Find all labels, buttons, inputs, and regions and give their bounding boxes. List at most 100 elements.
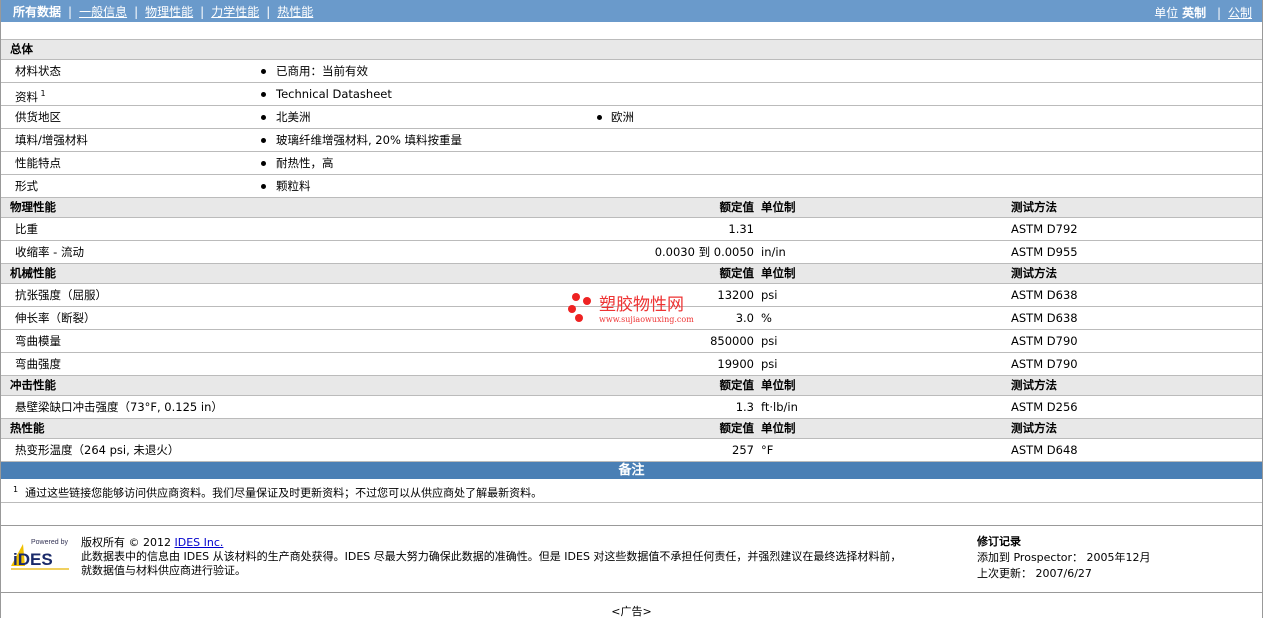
property-row: 比重 1.31 ASTM D792 bbox=[1, 218, 1262, 241]
property-value: 19900 bbox=[717, 357, 754, 371]
col-nominal: 额定值 bbox=[719, 421, 755, 435]
property-unit: °F bbox=[761, 443, 774, 457]
property-value: 850000 bbox=[710, 334, 754, 348]
nav-separator: | bbox=[200, 4, 205, 19]
bullet-icon bbox=[261, 175, 266, 197]
row-value: 玻璃纤维增强材料, 20% 填料按重量 bbox=[276, 133, 463, 147]
general-row: 形式 颗粒料 bbox=[1, 175, 1262, 198]
property-value: 1.3 bbox=[735, 400, 754, 414]
test-method: ASTM D638 bbox=[1011, 311, 1078, 325]
row-value: 颗粒料 bbox=[276, 179, 311, 193]
section-header-general: 总体 bbox=[1, 40, 1262, 60]
property-name: 伸长率（断裂） bbox=[15, 311, 96, 325]
section-header: 机械性能 额定值 单位制 测试方法 bbox=[1, 264, 1262, 284]
datasheet-link[interactable]: Technical Datasheet bbox=[276, 83, 392, 105]
test-method: ASTM D256 bbox=[1011, 400, 1078, 414]
nav-2[interactable]: 物理性能 bbox=[145, 5, 193, 19]
row-label: 性能特点 bbox=[15, 156, 61, 170]
col-method: 测试方法 bbox=[1011, 200, 1057, 214]
disclaimer: 此数据表中的信息由 IDES 从该材料的生产商处获得。IDES 尽最大努力确保此… bbox=[81, 550, 902, 563]
nav-separator: | bbox=[68, 4, 73, 19]
test-method: ASTM D792 bbox=[1011, 222, 1078, 236]
col-nominal: 额定值 bbox=[719, 266, 755, 280]
unit-switcher: 单位 英制 | 公制 bbox=[1154, 6, 1252, 20]
row-label: 供货地区 bbox=[15, 110, 61, 124]
property-value: 0.0030 到 0.0050 bbox=[654, 245, 754, 259]
section-title: 总体 bbox=[10, 42, 33, 56]
test-method: ASTM D638 bbox=[1011, 288, 1078, 302]
bullet-icon bbox=[261, 106, 266, 128]
footer: Powered by iDES 版权所有 © 2012 IDES Inc. 此数据… bbox=[1, 526, 1262, 593]
section-title: 冲击性能 bbox=[10, 378, 56, 392]
unit-metric-link[interactable]: 公制 bbox=[1228, 6, 1252, 20]
property-unit: psi bbox=[761, 334, 778, 348]
property-row: 热变形温度（264 psi, 未退火） 257 °F ASTM D648 bbox=[1, 439, 1262, 462]
property-value: 1.31 bbox=[728, 222, 754, 236]
col-unit: 单位制 bbox=[761, 378, 796, 392]
col-method: 测试方法 bbox=[1011, 378, 1057, 392]
row-value: 欧洲 bbox=[611, 110, 634, 124]
property-unit: psi bbox=[761, 357, 778, 371]
svg-text:Powered by: Powered by bbox=[31, 539, 68, 546]
footnote-text: 通过这些链接您能够访问供应商资料。我们尽量保证及时更新资料；不过您可以从供应商处… bbox=[25, 486, 543, 500]
nav-0[interactable]: 所有数据 bbox=[13, 5, 61, 19]
top-nav: 所有数据 | 一般信息 | 物理性能 | 力学性能 | 热性能 单位 英制 | 公制 bbox=[1, 0, 1262, 22]
property-name: 弯曲模量 bbox=[15, 334, 61, 348]
row-label: 材料状态 bbox=[15, 64, 61, 78]
datasheet-table: 总体材料状态 已商用：当前有效资料 1 Technical Datasheet 供货地… bbox=[1, 40, 1262, 462]
property-name: 比重 bbox=[15, 222, 38, 236]
property-name: 收缩率 - 流动 bbox=[15, 245, 84, 259]
row-label: 填料/增强材料 bbox=[15, 133, 88, 147]
general-row: 资料 1 Technical Datasheet bbox=[1, 83, 1262, 106]
ad-placeholder: <广告> bbox=[611, 605, 652, 618]
svg-text:iDES: iDES bbox=[13, 550, 53, 569]
nav-separator: | bbox=[134, 4, 139, 19]
test-method: ASTM D648 bbox=[1011, 443, 1078, 457]
footnote: 1 通过这些链接您能够访问供应商资料。我们尽量保证及时更新资料；不过您可以从供应… bbox=[1, 479, 1262, 503]
property-unit: psi bbox=[761, 288, 778, 302]
property-value: 13200 bbox=[717, 288, 754, 302]
property-name: 抗张强度（屈服） bbox=[15, 288, 107, 302]
section-title: 物理性能 bbox=[10, 200, 56, 214]
col-nominal: 额定值 bbox=[719, 378, 755, 392]
test-method: ASTM D955 bbox=[1011, 245, 1078, 259]
unit-english[interactable]: 英制 bbox=[1182, 6, 1206, 20]
ides-logo: Powered by iDES bbox=[9, 536, 71, 572]
row-value: 已商用：当前有效 bbox=[276, 64, 368, 78]
property-name: 悬壁梁缺口冲击强度（73°F, 0.125 in） bbox=[15, 400, 223, 414]
test-method: ASTM D790 bbox=[1011, 357, 1078, 371]
row-label: 形式 bbox=[15, 179, 38, 193]
property-unit: % bbox=[761, 311, 772, 325]
ides-link[interactable]: IDES Inc. bbox=[174, 536, 223, 549]
row-label: 资料 1 bbox=[15, 89, 46, 104]
property-value: 257 bbox=[732, 443, 754, 457]
disclaimer-cont: 就数据值与材料供应商进行验证。 bbox=[81, 564, 246, 577]
bullet-icon bbox=[261, 60, 266, 82]
notes-header: 备注 bbox=[1, 462, 1262, 479]
property-row: 弯曲模量 850000 psi ASTM D790 bbox=[1, 330, 1262, 353]
property-unit: ft·lb/in bbox=[761, 400, 798, 414]
general-row: 性能特点 耐热性，高 bbox=[1, 152, 1262, 175]
col-unit: 单位制 bbox=[761, 421, 796, 435]
general-row: 填料/增强材料 玻璃纤维增强材料, 20% 填料按重量 bbox=[1, 129, 1262, 152]
property-value: 3.0 bbox=[735, 311, 754, 325]
property-row: 悬壁梁缺口冲击强度（73°F, 0.125 in） 1.3 ft·lb/in ASTM… bbox=[1, 396, 1262, 419]
nav-4[interactable]: 热性能 bbox=[277, 5, 313, 19]
section-header: 冲击性能 额定值 单位制 测试方法 bbox=[1, 376, 1262, 396]
bullet-icon bbox=[261, 83, 266, 105]
spacer bbox=[1, 22, 1262, 40]
nav-1[interactable]: 一般信息 bbox=[79, 5, 127, 19]
property-name: 弯曲强度 bbox=[15, 357, 61, 371]
property-name: 热变形温度（264 psi, 未退火） bbox=[15, 443, 180, 457]
test-method: ASTM D790 bbox=[1011, 334, 1078, 348]
section-title: 热性能 bbox=[10, 421, 45, 435]
bullet-icon bbox=[261, 129, 266, 151]
col-unit: 单位制 bbox=[761, 200, 796, 214]
unit-label: 单位 bbox=[1154, 6, 1179, 20]
nav-3[interactable]: 力学性能 bbox=[211, 5, 259, 19]
section-header: 物理性能 额定值 单位制 测试方法 bbox=[1, 198, 1262, 218]
watermark: 塑胶物性网 www.sujiaowuxing.com bbox=[568, 290, 694, 324]
nav-separator: | bbox=[266, 4, 271, 19]
col-method: 测试方法 bbox=[1011, 266, 1057, 280]
col-nominal: 额定值 bbox=[719, 200, 755, 214]
